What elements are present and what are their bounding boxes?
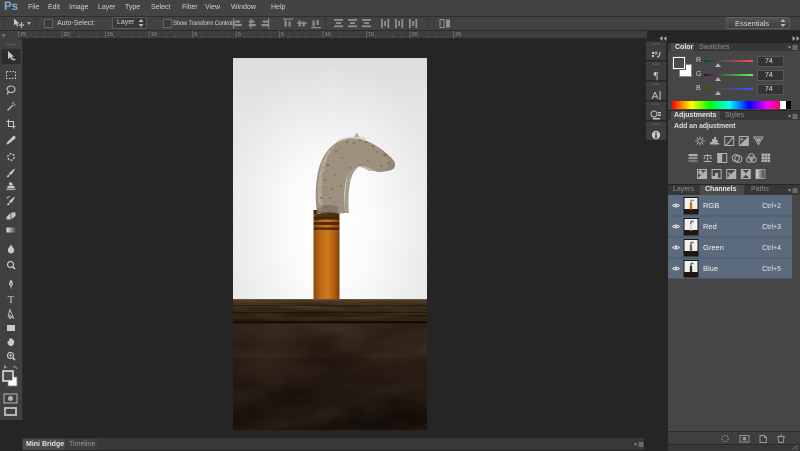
svg-text:15: 15 (368, 32, 374, 38)
svg-text:Ctrl+3: Ctrl+3 (762, 224, 781, 231)
svg-text:25: 25 (455, 32, 461, 38)
svg-text:20: 20 (412, 32, 418, 38)
svg-text:A: A (652, 91, 659, 102)
svg-text:0: 0 (238, 32, 241, 38)
svg-text:10: 10 (325, 32, 331, 38)
svg-text:5: 5 (194, 32, 197, 38)
svg-text:RGB: RGB (703, 201, 719, 210)
svg-text:Ctrl+2: Ctrl+2 (762, 203, 781, 210)
svg-text:10: 10 (151, 32, 157, 38)
svg-text:20: 20 (64, 32, 70, 38)
svg-text:Ctrl+5: Ctrl+5 (762, 266, 781, 273)
svg-text:Ctrl+4: Ctrl+4 (762, 245, 781, 252)
svg-text:Red: Red (703, 222, 717, 231)
svg-text:5: 5 (281, 32, 284, 38)
svg-text:15: 15 (107, 32, 113, 38)
svg-text:¶: ¶ (654, 70, 659, 82)
svg-text:25: 25 (20, 32, 26, 38)
svg-text:T: T (8, 294, 15, 306)
svg-text:Blue: Blue (703, 264, 718, 273)
svg-text:Green: Green (703, 243, 724, 252)
